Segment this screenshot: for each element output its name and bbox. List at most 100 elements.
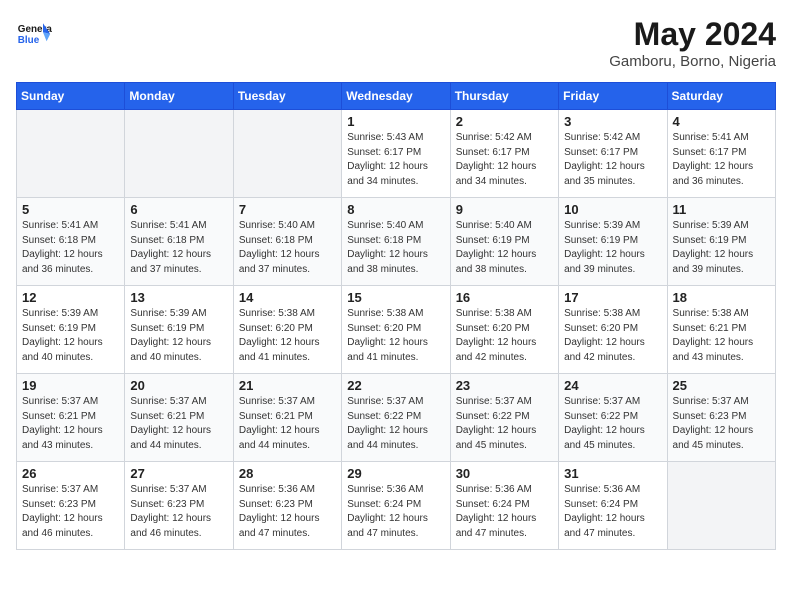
day-of-week-thursday: Thursday [450, 83, 558, 110]
day-of-week-sunday: Sunday [17, 83, 125, 110]
calendar-cell [667, 462, 775, 550]
logo-icon: General Blue [16, 16, 52, 52]
calendar-cell: 10 Sunrise: 5:39 AM Sunset: 6:19 PM Dayli… [559, 198, 667, 286]
calendar-cell: 29 Sunrise: 5:36 AM Sunset: 6:24 PM Dayli… [342, 462, 450, 550]
day-info: Sunrise: 5:38 AM Sunset: 6:21 PM Dayligh… [673, 307, 770, 365]
month-title: May 2024 [609, 16, 776, 53]
day-info: Sunrise: 5:41 AM Sunset: 6:18 PM Dayligh… [22, 219, 119, 277]
location-subtitle: Gamboru, Borno, Nigeria [609, 53, 776, 70]
calendar-cell: 21Sunrise: 5:37 AM Sunset: 6:21 PM Dayli… [233, 374, 341, 462]
calendar-cell: 27 Sunrise: 5:37 AM Sunset: 6:23 PM Dayli… [125, 462, 233, 550]
calendar-cell: 9 Sunrise: 5:40 AM Sunset: 6:19 PM Daylig… [450, 198, 558, 286]
day-info: Sunrise: 5:39 AM Sunset: 6:19 PM Dayligh… [130, 307, 227, 365]
calendar-cell: 19 Sunrise: 5:37 AM Sunset: 6:21 PM Dayli… [17, 374, 125, 462]
day-number: 20 [130, 378, 227, 393]
day-number: 28 [239, 466, 336, 481]
day-info: Sunrise: 5:37 AM Sunset: 6:22 PM Dayligh… [456, 395, 553, 453]
day-number: 11 [673, 202, 770, 217]
day-number: 21 [239, 378, 336, 393]
day-number: 10 [564, 202, 661, 217]
day-number: 5 [22, 202, 119, 217]
title-block: May 2024 Gamboru, Borno, Nigeria [609, 16, 776, 70]
day-info: Sunrise: 5:37 AM Sunset: 6:21 PM Dayligh… [22, 395, 119, 453]
calendar-cell: 12Sunrise: 5:39 AM Sunset: 6:19 PM Dayli… [17, 286, 125, 374]
calendar-cell [17, 110, 125, 198]
day-info: Sunrise: 5:42 AM Sunset: 6:17 PM Dayligh… [564, 131, 661, 189]
day-info: Sunrise: 5:41 AM Sunset: 6:17 PM Dayligh… [673, 131, 770, 189]
day-info: Sunrise: 5:40 AM Sunset: 6:19 PM Dayligh… [456, 219, 553, 277]
day-number: 3 [564, 114, 661, 129]
day-number: 7 [239, 202, 336, 217]
day-info: Sunrise: 5:36 AM Sunset: 6:24 PM Dayligh… [564, 483, 661, 541]
day-info: Sunrise: 5:38 AM Sunset: 6:20 PM Dayligh… [347, 307, 444, 365]
day-number: 13 [130, 290, 227, 305]
day-number: 6 [130, 202, 227, 217]
calendar-cell: 6Sunrise: 5:41 AM Sunset: 6:18 PM Daylig… [125, 198, 233, 286]
calendar-cell: 18 Sunrise: 5:38 AM Sunset: 6:21 PM Dayli… [667, 286, 775, 374]
calendar-cell: 28 Sunrise: 5:36 AM Sunset: 6:23 PM Dayli… [233, 462, 341, 550]
day-number: 26 [22, 466, 119, 481]
calendar-cell: 1Sunrise: 5:43 AM Sunset: 6:17 PM Daylig… [342, 110, 450, 198]
day-number: 2 [456, 114, 553, 129]
day-info: Sunrise: 5:39 AM Sunset: 6:19 PM Dayligh… [564, 219, 661, 277]
calendar-cell: 2Sunrise: 5:42 AM Sunset: 6:17 PM Daylig… [450, 110, 558, 198]
day-number: 8 [347, 202, 444, 217]
day-info: Sunrise: 5:36 AM Sunset: 6:24 PM Dayligh… [456, 483, 553, 541]
day-number: 18 [673, 290, 770, 305]
calendar-cell: 15 Sunrise: 5:38 AM Sunset: 6:20 PM Dayli… [342, 286, 450, 374]
calendar-cell: 23 Sunrise: 5:37 AM Sunset: 6:22 PM Dayli… [450, 374, 558, 462]
calendar-cell: 25Sunrise: 5:37 AM Sunset: 6:23 PM Dayli… [667, 374, 775, 462]
day-info: Sunrise: 5:40 AM Sunset: 6:18 PM Dayligh… [239, 219, 336, 277]
calendar-cell: 31 Sunrise: 5:36 AM Sunset: 6:24 PM Dayli… [559, 462, 667, 550]
day-number: 30 [456, 466, 553, 481]
day-info: Sunrise: 5:39 AM Sunset: 6:19 PM Dayligh… [673, 219, 770, 277]
day-info: Sunrise: 5:36 AM Sunset: 6:23 PM Dayligh… [239, 483, 336, 541]
day-number: 9 [456, 202, 553, 217]
day-info: Sunrise: 5:36 AM Sunset: 6:24 PM Dayligh… [347, 483, 444, 541]
day-number: 24 [564, 378, 661, 393]
day-number: 14 [239, 290, 336, 305]
svg-text:Blue: Blue [18, 35, 40, 46]
calendar-cell: 8 Sunrise: 5:40 AM Sunset: 6:18 PM Daylig… [342, 198, 450, 286]
day-info: Sunrise: 5:38 AM Sunset: 6:20 PM Dayligh… [456, 307, 553, 365]
day-header-row: SundayMondayTuesdayWednesdayThursdayFrid… [17, 83, 776, 110]
calendar-cell: 22Sunrise: 5:37 AM Sunset: 6:22 PM Dayli… [342, 374, 450, 462]
day-number: 27 [130, 466, 227, 481]
day-info: Sunrise: 5:37 AM Sunset: 6:23 PM Dayligh… [673, 395, 770, 453]
calendar-cell: 30 Sunrise: 5:36 AM Sunset: 6:24 PM Dayli… [450, 462, 558, 550]
day-number: 19 [22, 378, 119, 393]
day-of-week-tuesday: Tuesday [233, 83, 341, 110]
logo: General Blue [16, 16, 52, 52]
calendar-cell [233, 110, 341, 198]
calendar-cell: 7 Sunrise: 5:40 AM Sunset: 6:18 PM Daylig… [233, 198, 341, 286]
calendar-cell: 3 Sunrise: 5:42 AM Sunset: 6:17 PM Daylig… [559, 110, 667, 198]
day-info: Sunrise: 5:39 AM Sunset: 6:19 PM Dayligh… [22, 307, 119, 365]
day-number: 23 [456, 378, 553, 393]
calendar-week-5: 26 Sunrise: 5:37 AM Sunset: 6:23 PM Dayli… [17, 462, 776, 550]
calendar-cell: 4 Sunrise: 5:41 AM Sunset: 6:17 PM Daylig… [667, 110, 775, 198]
day-number: 17 [564, 290, 661, 305]
calendar-cell: 16 Sunrise: 5:38 AM Sunset: 6:20 PM Dayli… [450, 286, 558, 374]
day-number: 4 [673, 114, 770, 129]
day-info: Sunrise: 5:37 AM Sunset: 6:22 PM Dayligh… [564, 395, 661, 453]
day-number: 31 [564, 466, 661, 481]
day-info: Sunrise: 5:37 AM Sunset: 6:23 PM Dayligh… [22, 483, 119, 541]
calendar-cell: 14 Sunrise: 5:38 AM Sunset: 6:20 PM Dayli… [233, 286, 341, 374]
day-of-week-saturday: Saturday [667, 83, 775, 110]
day-info: Sunrise: 5:40 AM Sunset: 6:18 PM Dayligh… [347, 219, 444, 277]
day-number: 15 [347, 290, 444, 305]
calendar-cell: 13 Sunrise: 5:39 AM Sunset: 6:19 PM Dayli… [125, 286, 233, 374]
day-number: 29 [347, 466, 444, 481]
calendar-cell: 17Sunrise: 5:38 AM Sunset: 6:20 PM Dayli… [559, 286, 667, 374]
calendar-table: SundayMondayTuesdayWednesdayThursdayFrid… [16, 82, 776, 550]
calendar-cell: 11 Sunrise: 5:39 AM Sunset: 6:19 PM Dayli… [667, 198, 775, 286]
day-of-week-monday: Monday [125, 83, 233, 110]
day-number: 16 [456, 290, 553, 305]
day-info: Sunrise: 5:37 AM Sunset: 6:23 PM Dayligh… [130, 483, 227, 541]
calendar-week-1: 1Sunrise: 5:43 AM Sunset: 6:17 PM Daylig… [17, 110, 776, 198]
day-of-week-wednesday: Wednesday [342, 83, 450, 110]
day-number: 22 [347, 378, 444, 393]
day-info: Sunrise: 5:38 AM Sunset: 6:20 PM Dayligh… [239, 307, 336, 365]
day-of-week-friday: Friday [559, 83, 667, 110]
calendar-cell: 26 Sunrise: 5:37 AM Sunset: 6:23 PM Dayli… [17, 462, 125, 550]
